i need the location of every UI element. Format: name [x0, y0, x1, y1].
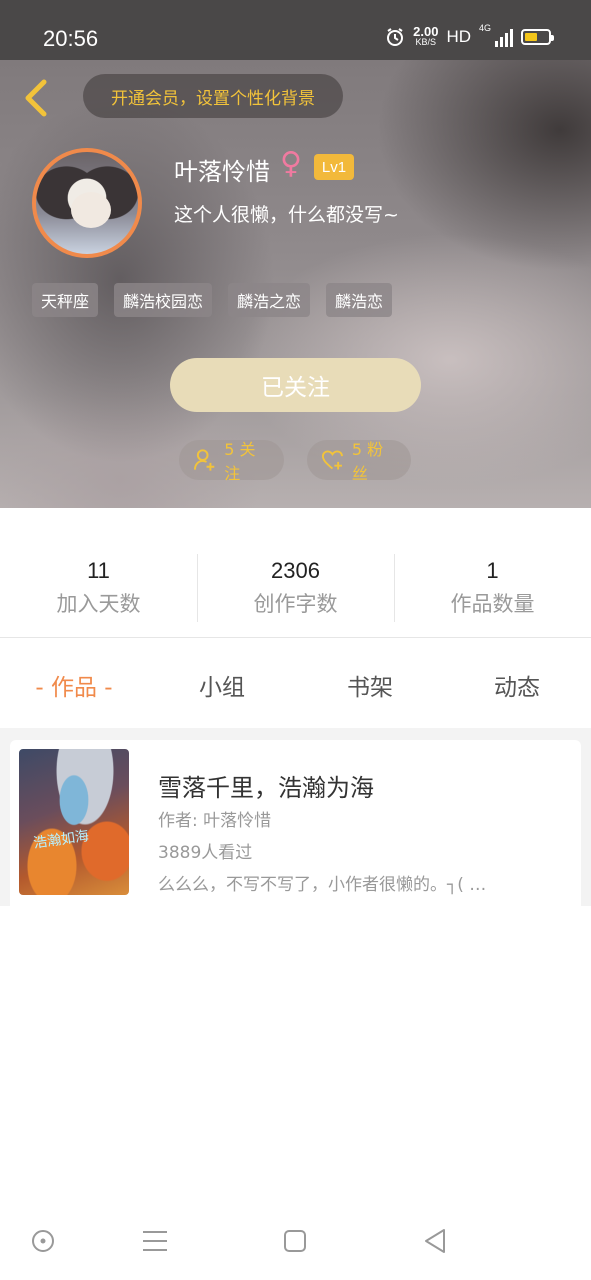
heart-icon — [321, 450, 343, 470]
avatar[interactable] — [32, 148, 142, 258]
book-cover[interactable]: 浩瀚如海 — [19, 749, 129, 895]
tab-groups[interactable]: 小组 — [148, 668, 296, 702]
add-user-icon — [193, 449, 215, 471]
book-description: 么么么，不写不写了，小作者很懒的。┐( … — [158, 875, 487, 895]
stat-join-days: 11 加入天数 — [56, 558, 141, 616]
status-bar: 20:56 2.00 KB/S HD 4G — [0, 0, 591, 60]
book-author: 作者: 叶落怜惜 — [158, 811, 272, 831]
square-icon[interactable] — [280, 1226, 310, 1256]
vip-background-button[interactable]: 开通会员，设置个性化背景 — [83, 74, 343, 118]
status-time: 20:56 — [43, 26, 99, 51]
stats-row: 11 加入天数 2306 创作字数 1 作品数量 — [0, 508, 591, 638]
signal-icon: 4G — [479, 23, 513, 47]
following-count-button[interactable]: 5 关注 — [179, 440, 284, 483]
username: 叶落怜惜 — [174, 158, 270, 186]
book-views: 3889人看过 — [158, 843, 253, 863]
level-badge: Lv1 — [314, 154, 354, 180]
tab-bar: - 作品 - 小组 书架 动态 — [0, 640, 591, 728]
battery-icon — [521, 29, 554, 45]
status-icons: 2.00 KB/S HD 4G — [385, 23, 554, 47]
followed-button[interactable]: 已关注 — [170, 358, 421, 412]
tag-item[interactable]: 麟浩之恋 — [228, 283, 311, 317]
stat-works-count: 1 作品数量 — [450, 558, 535, 616]
back-triangle-icon[interactable] — [420, 1226, 450, 1256]
signature: 这个人很懒，什么都没写~ — [174, 204, 399, 226]
fans-count-label: 5 粉丝 — [351, 440, 384, 483]
works-list: 浩瀚如海 雪落千里，浩瀚为海 作者: 叶落怜惜 3889人看过 么么么，不写不写… — [0, 728, 591, 906]
book-title: 雪落千里，浩瀚为海 — [158, 774, 374, 802]
chevron-left-icon[interactable] — [18, 76, 54, 120]
tag-item[interactable]: 麟浩恋 — [326, 283, 393, 317]
stat-word-count: 2306 创作字数 — [253, 558, 338, 616]
tab-works[interactable]: - 作品 - — [0, 668, 148, 702]
work-card[interactable]: 浩瀚如海 雪落千里，浩瀚为海 作者: 叶落怜惜 3889人看过 么么么，不写不写… — [10, 740, 581, 906]
tab-activity[interactable]: 动态 — [443, 668, 591, 702]
menu-icon[interactable] — [140, 1226, 170, 1256]
hd-indicator: HD — [446, 27, 471, 46]
home-circle-icon[interactable] — [28, 1226, 58, 1256]
profile-header: 开通会员，设置个性化背景 叶落怜惜 ♀ Lv1 这个人很懒，什么都没写~ 天秤座… — [0, 60, 591, 508]
alarm-icon — [387, 28, 404, 46]
tag-item[interactable]: 麟浩校园恋 — [114, 283, 213, 317]
empty-area — [0, 906, 591, 1206]
tag-item[interactable]: 天秤座 — [32, 283, 99, 317]
system-navbar — [0, 1206, 591, 1280]
tag-list: 天秤座 麟浩校园恋 麟浩之恋 麟浩恋 — [32, 283, 393, 317]
tab-bookshelf[interactable]: 书架 — [296, 668, 444, 702]
network-speed: 2.00 KB/S — [413, 24, 439, 47]
fans-count-button[interactable]: 5 粉丝 — [307, 440, 411, 483]
female-icon: ♀ — [280, 146, 302, 181]
following-count-label: 5 关注 — [224, 440, 256, 483]
